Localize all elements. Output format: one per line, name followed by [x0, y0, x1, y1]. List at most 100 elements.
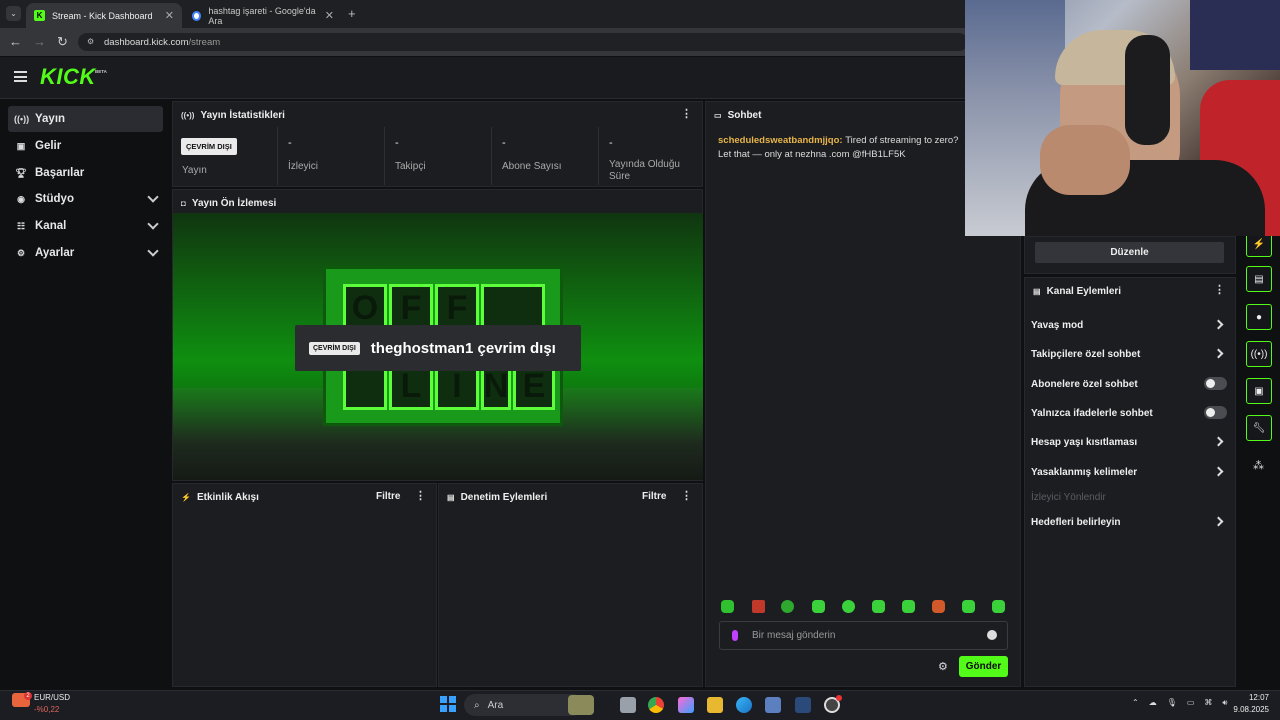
emote-icon[interactable] — [812, 600, 825, 613]
search-icon: ⌕ — [474, 699, 480, 711]
clock-time[interactable]: 12:07 — [1233, 693, 1269, 702]
tab-search-button[interactable]: ⌄ — [6, 6, 21, 21]
emote-icon[interactable] — [902, 600, 915, 613]
sidebar-item-studyo[interactable]: ◉ Stüdyo — [8, 186, 163, 212]
webcam-overlay — [965, 0, 1280, 236]
taskbar — [0, 690, 1280, 720]
action-slow-mode[interactable]: Yavaş mod — [1031, 318, 1227, 332]
store-icon[interactable] — [765, 697, 781, 713]
file-explorer-icon[interactable] — [707, 697, 723, 713]
chevron-right-icon — [1213, 436, 1224, 447]
emote-icon[interactable] — [872, 600, 885, 613]
emote-icon[interactable] — [721, 600, 734, 613]
action-followers-only[interactable]: Takipçilere özel sohbet — [1031, 347, 1227, 361]
panel-title: Yayın İstatistikleri — [200, 109, 285, 121]
stat-izleyici: - İzleyici — [278, 127, 385, 185]
site-info-icon[interactable]: ⚙ — [87, 37, 94, 46]
panel-title: Etkinlik Akışı — [196, 491, 259, 503]
new-tab-button[interactable]: + — [348, 6, 356, 21]
stat-yayin: Yayın — [172, 127, 278, 185]
clock-date[interactable]: 9.08.2025 — [1224, 705, 1269, 714]
panel-title: Denetim Eylemleri — [460, 491, 548, 503]
broadcast-icon[interactable]: ((•)) — [1246, 341, 1272, 367]
sidebar-item-label: Gelir — [35, 140, 62, 152]
chat-bubble-icon[interactable]: ● — [1246, 304, 1272, 330]
kick-logo[interactable]: KICK — [40, 64, 96, 90]
send-button[interactable]: Gönder — [959, 656, 1008, 677]
forward-icon[interactable]: → — [33, 34, 46, 49]
action-account-age[interactable]: Hesap yaşı kısıtlaması — [1031, 435, 1227, 449]
cloud-icon[interactable]: ☁ — [1149, 698, 1157, 708]
panel-title: Kanal Eylemleri — [1046, 285, 1122, 297]
tab-kick-dashboard[interactable]: K Stream - Kick Dashboard ✕ — [26, 3, 182, 28]
document-icon: ▤ — [447, 492, 455, 502]
url-field[interactable]: ⚙ dashboard.kick.com/stream — [78, 33, 968, 51]
taskbar-search[interactable]: ⌕ Ara — [464, 694, 594, 716]
copilot-icon[interactable] — [678, 697, 694, 713]
sidebar-item-ayarlar[interactable]: ⚙ Ayarlar — [8, 240, 163, 266]
more-apps-icon[interactable]: ⁂ — [1253, 459, 1264, 472]
filter-button[interactable]: Filtre — [642, 491, 666, 502]
document-icon[interactable]: ▤ — [1246, 266, 1272, 292]
subscribers-only-toggle[interactable] — [1204, 377, 1227, 390]
emote-icon[interactable] — [781, 600, 794, 613]
emote-icon[interactable] — [752, 600, 765, 613]
background-light — [1190, 0, 1280, 70]
settings-icon: ⚙ — [16, 247, 26, 258]
steam-icon[interactable] — [795, 697, 811, 713]
menu-icon[interactable] — [14, 71, 27, 82]
chevron-right-icon — [1213, 348, 1224, 359]
search-highlight-icon — [568, 695, 594, 715]
action-subscribers-only: Abonelere özel sohbet — [1031, 377, 1227, 391]
sidebar-item-gelir[interactable]: ▣ Gelir — [8, 133, 163, 159]
more-options-icon[interactable]: ⋮ — [1214, 285, 1225, 296]
sidebar-item-basarilar[interactable]: 🏆︎ Başarılar — [8, 160, 163, 186]
display-icon[interactable]: ▭ — [1187, 698, 1195, 708]
edge-icon[interactable] — [736, 697, 752, 713]
chevron-up-icon[interactable]: ⌃ — [1132, 698, 1139, 708]
tab-google-search[interactable]: hashtag işareti - Google'da Ara ✕ — [184, 3, 342, 28]
stat-yayin-suresi: - Yayında Olduğu Süre — [599, 127, 703, 185]
filter-button[interactable]: Filtre — [376, 491, 400, 502]
sidebar-item-label: Ayarlar — [35, 247, 75, 259]
stat-label: Yayın — [182, 165, 207, 176]
panel-title: Yayın Ön İzlemesi — [191, 197, 277, 209]
task-view-icon[interactable] — [620, 697, 636, 713]
chrome-icon[interactable] — [648, 697, 664, 713]
ticker-name[interactable]: EUR/USD — [34, 693, 70, 702]
stat-value: - — [502, 137, 506, 149]
emotes-only-toggle[interactable] — [1204, 406, 1227, 419]
chat-input[interactable]: Bir mesaj gönderin — [719, 621, 1008, 650]
reload-icon[interactable]: ↻ — [57, 34, 68, 50]
sidebar-item-kanal[interactable]: ☷ Kanal — [8, 213, 163, 239]
tab-title: hashtag işareti - Google'da Ara — [208, 5, 316, 26]
action-banned-words[interactable]: Yasaklanmış kelimeler — [1031, 465, 1227, 479]
emote-icon[interactable] — [962, 600, 975, 613]
action-set-goals[interactable]: Hedefleri belirleyin — [1031, 515, 1227, 529]
sidebar-item-label: Yayın — [35, 113, 66, 125]
more-options-icon[interactable]: ⋮ — [681, 491, 692, 502]
edit-button[interactable]: Düzenle — [1035, 242, 1224, 263]
beta-label: BETA — [95, 69, 107, 74]
sidebar-item-yayin[interactable]: ((•)) Yayın — [8, 106, 163, 132]
microphone-icon[interactable] — [732, 630, 738, 641]
layout-icon[interactable]: ▣ — [1246, 378, 1272, 404]
emote-icon[interactable] — [992, 600, 1005, 613]
broadcast-icon: ((•)) — [181, 110, 195, 120]
action-label: Yasaklanmış kelimeler — [1031, 466, 1138, 478]
chat-settings-icon[interactable]: ⚙ — [938, 660, 948, 673]
emote-icon[interactable] — [932, 600, 945, 613]
more-options-icon[interactable]: ⋮ — [415, 491, 426, 502]
start-menu-icon[interactable] — [440, 696, 456, 712]
emoji-icon[interactable] — [987, 630, 997, 640]
wrench-icon[interactable]: 🔧︎ — [1246, 415, 1272, 441]
back-icon[interactable]: ← — [9, 34, 22, 49]
close-tab-icon[interactable]: ✕ — [165, 9, 174, 22]
network-icon[interactable]: ⌘ — [1204, 698, 1212, 708]
emote-icon[interactable] — [842, 600, 855, 613]
close-tab-icon[interactable]: ✕ — [325, 9, 334, 22]
chat-username[interactable]: scheduledsweatbandmjjqo — [718, 135, 839, 146]
microphone-icon[interactable]: 🎙︎ — [1167, 698, 1177, 708]
offline-message: theghostman1 çevrim dışı — [370, 339, 556, 357]
more-options-icon[interactable]: ⋮ — [681, 109, 692, 120]
